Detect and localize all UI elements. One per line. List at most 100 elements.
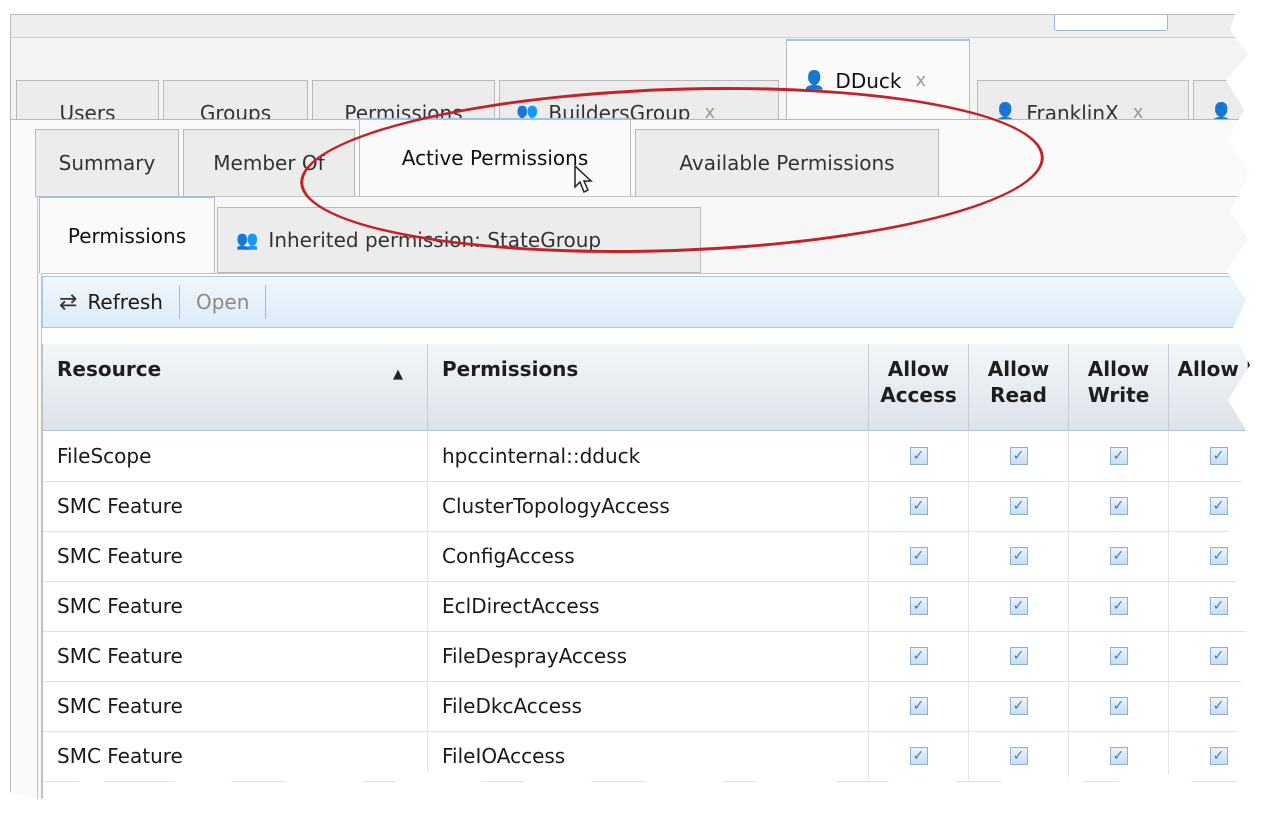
column-header-allow-access[interactable]: Allow Access [869,344,969,430]
cell-resource: SMC Feature [43,731,428,781]
cell-permission: ConfigAccess [428,531,869,581]
checked-checkbox[interactable]: ✓ [1109,597,1128,615]
table-row[interactable]: SMC Feature ConfigAccess ✓ ✓ ✓ ✓ [43,531,1268,582]
checked-checkbox[interactable]: ✓ [1209,597,1228,615]
checked-checkbox[interactable]: ✓ [1009,547,1028,565]
checked-checkbox[interactable]: ✓ [909,447,928,465]
checked-checkbox[interactable]: ✓ [1009,447,1028,465]
column-label: Allow F [1177,357,1260,381]
column-header-allow-write[interactable]: Allow Write [1069,344,1169,430]
cell-checkbox: ✓ [1069,581,1169,631]
cell-permission: FileDkcAccess [428,681,869,731]
open-button[interactable]: Open [180,277,265,327]
refresh-label: Refresh [87,290,163,314]
table-row[interactable]: FileScope hpccinternal::dduck ✓ ✓ ✓ ✓ [43,431,1268,482]
cell-permission: FileIOAccess [428,731,869,781]
cell-checkbox: ✓ [969,531,1069,581]
cell-checkbox: ✓ [869,531,969,581]
table-row[interactable]: SMC Feature FileDesprayAccess ✓ ✓ ✓ ✓ [43,631,1268,682]
checked-checkbox[interactable]: ✓ [1209,747,1228,765]
checked-checkbox[interactable]: ✓ [1009,497,1028,515]
tab-label: Active Permissions [401,146,589,170]
grid-toolbar: ⇄ Refresh Open [42,276,1268,328]
cell-checkbox: ✓ [1069,681,1169,731]
refresh-button[interactable]: ⇄ Refresh [43,277,179,327]
checked-checkbox[interactable]: ✓ [909,597,928,615]
tab-label: Inherited permission: StateGroup [268,228,602,252]
checked-checkbox[interactable]: ✓ [1109,547,1128,565]
column-header-resource[interactable]: Resource ▲ [43,344,428,430]
column-header-allow-full[interactable]: Allow F [1169,344,1268,430]
cell-checkbox: ✓ [969,431,1069,481]
table-row[interactable]: SMC Feature FileIOAccess ✓ ✓ ✓ ✓ [43,731,1268,782]
user-icon: 👤 [803,70,826,91]
tab-label: Member Of [213,151,325,175]
tab-summary[interactable]: Summary [35,129,179,197]
close-icon[interactable]: x [915,70,926,91]
column-label: Allow Write [1087,357,1150,407]
checked-checkbox[interactable]: ✓ [1109,747,1128,765]
tab-inherited-permission[interactable]: 👥 Inherited permission: StateGroup [217,207,701,273]
checked-checkbox[interactable]: ✓ [909,547,928,565]
toolbar-divider [265,285,267,319]
checked-checkbox[interactable]: ✓ [1109,447,1128,465]
tab-permissions-sub[interactable]: Permissions [39,196,215,274]
tab-active-permissions[interactable]: Active Permissions [359,118,631,197]
tab-available-permissions[interactable]: Available Permissions [635,129,939,197]
cell-checkbox: ✓ [1169,431,1268,481]
cell-resource: SMC Feature [43,631,428,681]
cell-checkbox: ✓ [1169,681,1268,731]
cell-checkbox: ✓ [969,731,1069,781]
cell-checkbox: ✓ [869,631,969,681]
cell-permission: EclDirectAccess [428,581,869,631]
checked-checkbox[interactable]: ✓ [1209,497,1228,515]
checked-checkbox[interactable]: ✓ [909,697,928,715]
cell-checkbox: ✓ [869,731,969,781]
cell-checkbox: ✓ [969,681,1069,731]
checked-checkbox[interactable]: ✓ [1109,697,1128,715]
column-header-allow-read[interactable]: Allow Read [969,344,1069,430]
cell-resource: SMC Feature [43,681,428,731]
tab-label: Permissions [67,223,187,248]
cell-checkbox: ✓ [1169,631,1268,681]
cell-checkbox: ✓ [969,481,1069,531]
cell-permission: ClusterTopologyAccess [428,481,869,531]
cell-checkbox: ✓ [869,681,969,731]
checked-checkbox[interactable]: ✓ [1009,597,1028,615]
checked-checkbox[interactable]: ✓ [909,497,928,515]
cell-checkbox: ✓ [1069,731,1169,781]
tab-label: Summary [58,151,156,175]
tab-member-of[interactable]: Member Of [183,129,355,197]
cell-checkbox: ✓ [1169,581,1268,631]
table-row[interactable]: SMC Feature EclDirectAccess ✓ ✓ ✓ ✓ [43,581,1268,632]
table-row[interactable]: SMC Feature ClusterTopologyAccess ✓ ✓ ✓ ✓ [43,481,1268,532]
checked-checkbox[interactable]: ✓ [1209,697,1228,715]
checked-checkbox[interactable]: ✓ [909,747,928,765]
tab-label: Available Permissions [679,151,895,175]
grid-header: Resource ▲ Permissions Allow Access Allo… [43,344,1268,431]
table-row[interactable]: SMC Feature FileDkcAccess ✓ ✓ ✓ ✓ [43,681,1268,732]
cell-checkbox: ✓ [869,431,969,481]
tab-dduck[interactable]: 👤 DDuck x [786,39,970,121]
checked-checkbox[interactable]: ✓ [1109,497,1128,515]
checked-checkbox[interactable]: ✓ [1209,547,1228,565]
checked-checkbox[interactable]: ✓ [1009,647,1028,665]
cell-checkbox: ✓ [1069,431,1169,481]
cell-permission: FileDesprayAccess [428,631,869,681]
cell-checkbox: ✓ [1169,731,1268,781]
top-input[interactable] [1054,15,1168,31]
checked-checkbox[interactable]: ✓ [1009,697,1028,715]
group-icon: 👥 [236,229,259,251]
cell-checkbox: ✓ [969,631,1069,681]
cell-checkbox: ✓ [869,581,969,631]
column-header-permissions[interactable]: Permissions [428,344,869,430]
checked-checkbox[interactable]: ✓ [1009,747,1028,765]
cell-resource: SMC Feature [43,481,428,531]
checked-checkbox[interactable]: ✓ [1209,647,1228,665]
checked-checkbox[interactable]: ✓ [1109,647,1128,665]
open-label: Open [195,290,250,314]
cell-checkbox: ✓ [969,581,1069,631]
cell-permission: hpccinternal::dduck [428,431,869,481]
checked-checkbox[interactable]: ✓ [909,647,928,665]
checked-checkbox[interactable]: ✓ [1209,447,1228,465]
